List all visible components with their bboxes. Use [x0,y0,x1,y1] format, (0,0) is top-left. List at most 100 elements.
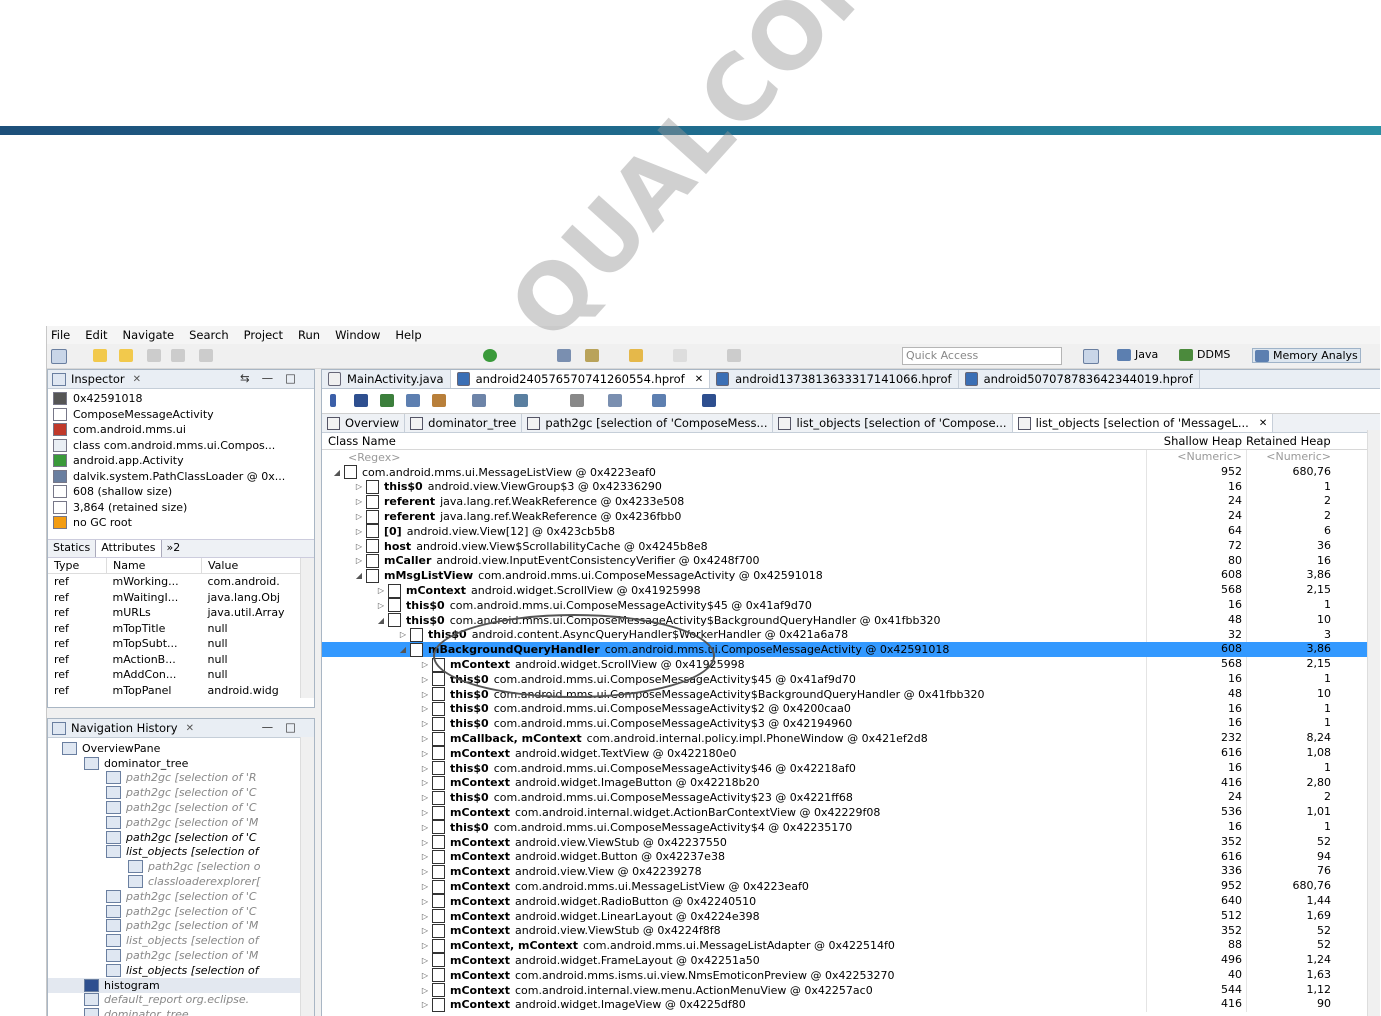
tab-query-3[interactable]: list_objects [selection of 'Compose... [773,414,1013,432]
expand-icon[interactable]: ▷ [418,971,432,980]
table-row[interactable]: ▷ this$0 com.android.mms.ui.ComposeMessage… [322,819,1380,835]
navigation-history-tab[interactable]: Navigation History ✕ —□ [48,719,314,738]
table-row[interactable]: ▷ mContext android.widget.RadioButton @ 0x… [322,893,1380,909]
tab-statics[interactable]: Statics [48,540,95,557]
query-browser-icon[interactable] [514,394,528,407]
perspective-java[interactable]: Java [1117,348,1158,361]
expand-icon[interactable]: ▷ [418,912,432,921]
expand-icon[interactable]: ▷ [418,1000,432,1009]
tab-editor-1[interactable]: android240576570741260554.hprof ✕ [450,370,711,388]
table-row[interactable]: ref mTopTitle null [48,621,314,637]
expand-icon[interactable]: ▷ [418,734,432,743]
table-row[interactable]: ▷ mContext android.view.ViewStub @ 0x4224f… [322,923,1380,939]
table-row[interactable]: ▷ mContext android.view.ViewStub @ 0x42237… [322,834,1380,850]
table-row[interactable]: ▷ mContext android.widget.ScrollView @ 0x4… [322,583,1380,598]
menu-search[interactable]: Search [189,328,229,342]
column-type[interactable]: Type [48,557,107,574]
dominator-tree-icon[interactable] [380,394,394,407]
list-item[interactable]: list_objects [selection of [48,933,314,948]
expand-icon[interactable]: ▷ [418,690,432,699]
table-row[interactable]: ▷ mContext com.android.internal.view.menu.… [322,982,1380,998]
open-file-icon[interactable] [119,349,133,362]
expand-icon[interactable]: ▷ [352,482,366,491]
expand-icon[interactable]: ▷ [418,704,432,713]
menu-edit[interactable]: Edit [85,328,107,342]
expand-icon[interactable]: ▷ [418,882,432,891]
menu-navigate[interactable]: Navigate [123,328,175,342]
collapse-icon[interactable]: ◢ [374,616,388,625]
expand-icon[interactable]: ▷ [352,556,366,565]
table-row[interactable]: ▷ mContext com.android.mms.ui.MessageListV… [322,879,1380,894]
table-row[interactable]: ▷ mContext android.view.View @ 0x42239278 3… [322,864,1380,880]
save-all-icon[interactable] [171,349,185,362]
expand-icon[interactable]: ▷ [396,630,410,639]
list-item[interactable]: list_objects [selection of [48,963,314,978]
retained-filter-input[interactable]: <Numeric> [1247,450,1335,465]
table-row[interactable]: ref mWaitingI... java.lang.Obj [48,590,314,606]
collapse-icon[interactable]: ◢ [330,468,344,477]
list-item[interactable]: path2gc [selection of 'C [48,830,314,845]
info-icon[interactable] [330,394,336,407]
table-row[interactable]: ▷ this$0 com.android.mms.ui.ComposeMessage… [322,760,1380,776]
list-item[interactable]: path2gc [selection of 'C [48,889,314,904]
save-icon[interactable] [147,349,161,362]
expand-icon[interactable]: ▷ [418,867,432,876]
close-icon[interactable]: ✕ [133,374,141,385]
table-row[interactable]: ref mAddCon... null [48,667,314,683]
perspective-memory-analyzer[interactable]: Memory Analys [1252,348,1361,363]
menu-help[interactable]: Help [395,328,421,342]
table-row[interactable]: ▷ this$0 com.android.mms.ui.ComposeMessage… [322,790,1380,806]
inspector-tab[interactable]: Inspector ✕ ⇆—□ [48,370,314,389]
expand-icon[interactable]: ▷ [418,719,432,728]
table-row[interactable]: ▷ this$0 com.android.mms.ui.ComposeMessage… [322,686,1380,702]
histogram-icon[interactable] [354,394,368,407]
table-row[interactable]: ◢ mBackgroundQueryHandler com.android.mms.… [322,642,1380,658]
expand-icon[interactable]: ▷ [418,749,432,758]
menu-run[interactable]: Run [298,328,320,342]
table-row[interactable]: ▷ referent java.lang.ref.WeakReference @ 0… [322,509,1380,524]
list-item[interactable]: path2gc [selection of 'R [48,771,314,786]
back-arrow-icon[interactable] [629,349,643,362]
expand-icon[interactable]: ▷ [352,527,366,536]
thread-overview-icon[interactable] [432,394,446,407]
menu-file[interactable]: File [51,328,70,342]
expand-icon[interactable]: ▷ [418,675,432,684]
expand-icon[interactable]: ▷ [352,542,366,551]
list-item[interactable]: path2gc [selection of 'C [48,785,314,800]
table-row[interactable]: ▷ this$0 android.view.ViewGroup$3 @ 0x4233… [322,479,1380,495]
tab-editor-0[interactable]: MainActivity.java [322,370,451,388]
table-row[interactable]: ▷ mCallback, mContext com.android.internal… [322,731,1380,746]
list-item[interactable]: OverviewPane [48,741,314,756]
table-row[interactable]: ▷ mContext com.android.mms.isms.ui.view.Nm… [322,967,1380,983]
table-row[interactable]: ▷ this$0 com.android.mms.ui.ComposeMessage… [322,701,1380,717]
table-row[interactable]: ▷ mContext, mContext com.android.mms.ui.Me… [322,938,1380,954]
tab-query-1[interactable]: dominator_tree [405,414,523,432]
table-row[interactable]: ▷ mContext android.widget.ScrollView @ 0x4… [322,657,1380,672]
close-icon[interactable]: ✕ [695,374,703,385]
navigation-scrollbar[interactable] [300,737,314,1016]
quick-access-input[interactable]: Quick Access [902,347,1062,365]
expand-icon[interactable]: ▷ [418,897,432,906]
expand-icon[interactable]: ▷ [374,601,388,610]
column-name[interactable]: Name [106,557,202,574]
expand-icon[interactable]: ▷ [418,808,432,817]
expand-icon[interactable]: ▷ [418,778,432,787]
list-item[interactable]: path2gc [selection o [48,859,314,874]
list-item[interactable]: path2gc [selection of 'C [48,800,314,815]
table-row[interactable]: ◢ this$0 com.android.mms.ui.ComposeMessage… [322,612,1380,628]
table-row[interactable]: ◢ mMsgListView com.android.mms.ui.ComposeM… [322,568,1380,584]
tab-more[interactable]: »2 [162,540,186,557]
list-item[interactable]: path2gc [selection of 'M [48,815,314,830]
view-controls[interactable]: —□ [262,720,308,734]
expand-icon[interactable]: ▷ [418,838,432,847]
table-row[interactable]: ref mURLs java.util.Array [48,605,314,621]
tab-query-4[interactable]: list_objects [selection of 'MessageL... ✕ [1012,414,1274,432]
run-report-icon[interactable] [472,394,486,407]
tab-editor-3[interactable]: android507078783642344019.hprof [959,370,1200,388]
list-item[interactable]: classloaderexplorer[ [48,874,314,889]
expand-icon[interactable]: ▷ [352,512,366,521]
table-row[interactable]: ▷ mContext com.android.internal.widget.Act… [322,805,1380,820]
table-row[interactable]: ▷ [0] android.view.View[12] @ 0x423cb5b8 64… [322,523,1380,539]
close-icon[interactable]: ✕ [1259,418,1267,429]
perspective-ddms[interactable]: DDMS [1179,348,1230,361]
